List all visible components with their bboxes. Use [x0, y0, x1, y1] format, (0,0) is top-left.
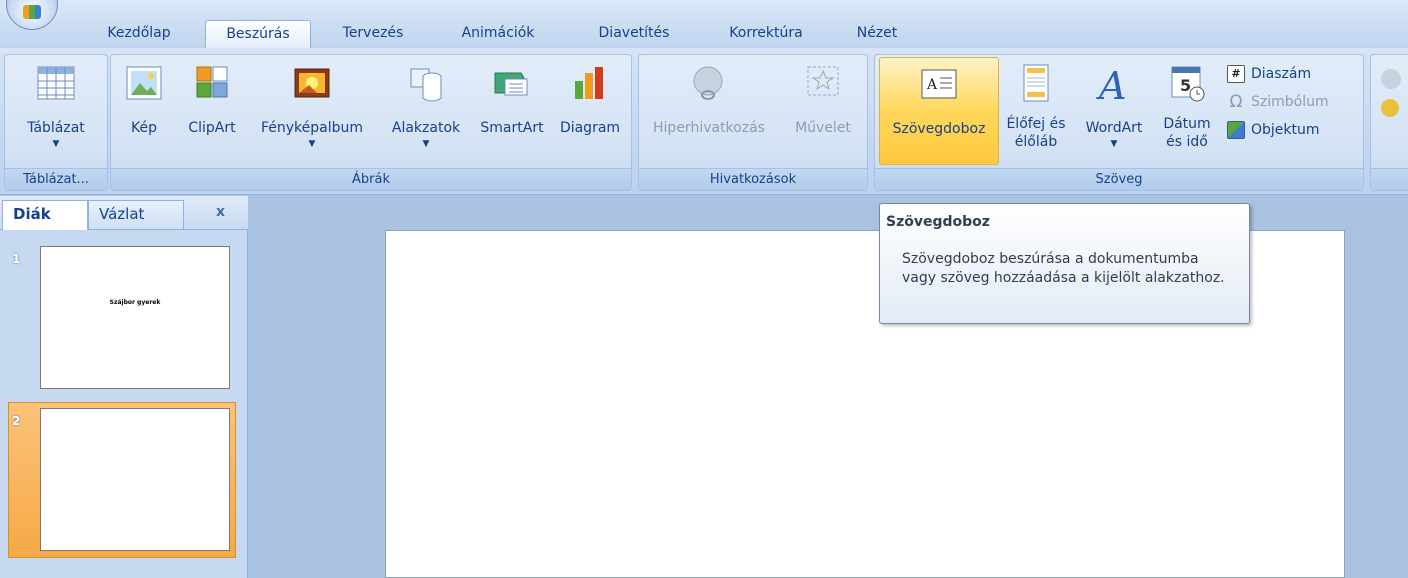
wordart-button[interactable]: A WordArt ▼: [1075, 57, 1153, 165]
ribbon: Táblázat ▼ Táblázat... Kép ClipArt Fényk…: [0, 48, 1408, 195]
textbox-icon: A: [921, 69, 957, 99]
object-icon: [1227, 121, 1245, 139]
tab-diavetites[interactable]: Diavetítés: [584, 20, 684, 48]
slide-number: 2: [12, 414, 21, 428]
group-abrak: Kép ClipArt Fényképalbum ▼ Alakzatok ▼ S…: [110, 54, 632, 191]
chevron-down-icon: ▼: [1110, 139, 1118, 149]
table-icon: [37, 66, 75, 100]
svg-text:A: A: [1096, 64, 1126, 105]
chart-label: Diagram: [559, 120, 621, 136]
symbol-label: Szimbólum: [1251, 94, 1329, 110]
group-szoveg: A Szövegdoboz Élőfej és élőláb A WordArt…: [874, 54, 1364, 191]
photo-album-label: Fényképalbum: [260, 120, 364, 136]
svg-text:A: A: [926, 77, 938, 93]
slide-thumbnail-2[interactable]: 2: [8, 408, 238, 558]
shapes-icon: [410, 68, 442, 102]
slide-thumb-image: Szájbor gyerek: [40, 246, 230, 389]
textbox-button[interactable]: A Szövegdoboz: [879, 57, 999, 165]
photo-album-icon: [294, 68, 330, 98]
tooltip-body: Szövegdoboz beszúrása a dokumentumba vag…: [902, 251, 1225, 286]
hyperlink-label: Hiperhivatkozás: [653, 120, 765, 136]
chart-button[interactable]: Diagram: [553, 57, 627, 165]
action-icon: [807, 66, 839, 96]
object-button[interactable]: Objektum: [1227, 119, 1320, 143]
movie-icon[interactable]: [1381, 69, 1401, 89]
group-label-hivatkozasok: Hivatkozások: [639, 168, 867, 190]
omega-icon: Ω: [1229, 92, 1243, 112]
shapes-label: Alakzatok: [391, 120, 461, 136]
svg-text:5: 5: [1180, 76, 1191, 95]
action-label: Művelet: [795, 120, 851, 136]
tab-tervezes[interactable]: Tervezés: [330, 20, 416, 48]
action-button[interactable]: Művelet: [783, 57, 863, 165]
group-label-abrak: Ábrák: [111, 168, 631, 190]
symbol-button[interactable]: Ω Szimbólum: [1227, 91, 1329, 115]
picture-button[interactable]: Kép: [119, 57, 169, 165]
clipart-label: ClipArt: [188, 120, 236, 136]
date-time-button[interactable]: 5 Dátum és idő: [1155, 57, 1219, 165]
hyperlink-globe-icon: [693, 66, 723, 100]
slide-number-label: Diaszám: [1251, 66, 1312, 82]
sound-icon[interactable]: [1381, 99, 1399, 117]
chevron-down-icon: ▼: [422, 139, 430, 149]
office-button[interactable]: [6, 0, 58, 30]
calendar-clock-icon: 5: [1171, 66, 1205, 102]
photo-album-button[interactable]: Fényképalbum ▼: [251, 57, 373, 165]
tab-beszuras[interactable]: Beszúrás: [205, 20, 311, 48]
hash-icon: #: [1227, 65, 1245, 83]
close-icon[interactable]: x: [216, 204, 225, 220]
wordart-label: WordArt: [1085, 120, 1143, 136]
tooltip-title: Szövegdoboz: [886, 214, 990, 230]
group-label-szoveg: Szöveg: [875, 168, 1363, 190]
group-label-tablazat: Táblázat...: [5, 168, 107, 190]
slides-panel: Diák Vázlat x 1 Szájbor gyerek 2: [0, 196, 248, 578]
tooltip: Szövegdoboz Szövegdoboz beszúrása a doku…: [879, 203, 1250, 324]
slide-number: 1: [12, 252, 21, 266]
table-label: Táblázat: [27, 120, 85, 136]
clipart-button[interactable]: ClipArt: [179, 57, 245, 165]
date-time-label-2: és idő: [1166, 134, 1208, 150]
group-media-partial: [1370, 54, 1408, 191]
object-label: Objektum: [1251, 122, 1320, 138]
tab-nezet[interactable]: Nézet: [848, 20, 906, 48]
picture-label: Kép: [131, 120, 157, 136]
textbox-label: Szövegdoboz: [892, 121, 986, 137]
header-footer-label-1: Élőfej és: [1006, 116, 1066, 132]
chart-icon: [575, 67, 603, 99]
picture-icon: [126, 66, 162, 100]
smartart-button[interactable]: SmartArt: [473, 57, 551, 165]
chevron-down-icon: ▼: [52, 139, 60, 149]
slide-thumbnail-1[interactable]: 1 Szájbor gyerek: [8, 246, 238, 396]
office-logo-icon: [23, 5, 41, 19]
date-time-label-1: Dátum: [1163, 116, 1211, 132]
tab-outline[interactable]: Vázlat: [88, 200, 184, 230]
ribbon-tab-strip: Kezdőlap Beszúrás Tervezés Animációk Dia…: [0, 0, 1408, 48]
clipart-icon: [196, 66, 228, 98]
tab-kezdolap[interactable]: Kezdőlap: [86, 20, 192, 48]
group-label-partial: [1371, 168, 1408, 190]
tab-animaciok[interactable]: Animációk: [448, 20, 548, 48]
tab-slides[interactable]: Diák: [2, 200, 88, 230]
shapes-button[interactable]: Alakzatok ▼: [381, 57, 471, 165]
slide-number-button[interactable]: # Diaszám: [1227, 63, 1311, 87]
header-footer-icon: [1023, 64, 1049, 102]
slide-thumb-text: Szájbor gyerek: [109, 299, 161, 306]
smartart-label: SmartArt: [480, 120, 544, 136]
wordart-icon: A: [1096, 64, 1126, 105]
group-tablazat: Táblázat ▼ Táblázat...: [4, 54, 108, 191]
tab-korrektura[interactable]: Korrektúra: [714, 20, 818, 48]
header-footer-label-2: élőláb: [1014, 134, 1058, 150]
header-footer-button[interactable]: Élőfej és élőláb: [999, 57, 1073, 165]
chevron-down-icon: ▼: [308, 139, 316, 149]
slide-thumb-image: [40, 408, 230, 551]
group-hivatkozasok: Hiperhivatkozás Művelet Hivatkozások: [638, 54, 868, 191]
panel-tab-strip: Diák Vázlat x: [0, 196, 248, 230]
table-button[interactable]: Táblázat ▼: [11, 57, 101, 165]
hyperlink-button[interactable]: Hiperhivatkozás: [643, 57, 775, 165]
smartart-icon: [494, 72, 528, 96]
